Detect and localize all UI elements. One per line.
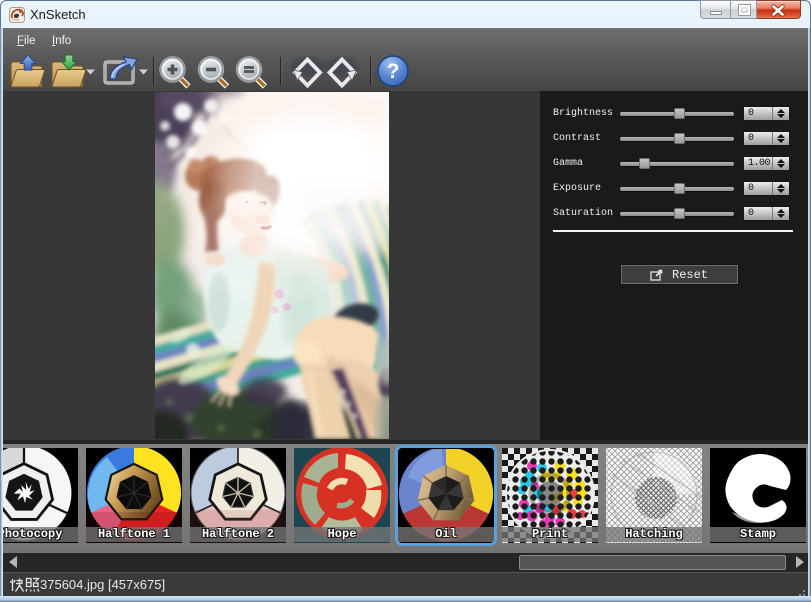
svg-text:?: ? (387, 60, 400, 83)
